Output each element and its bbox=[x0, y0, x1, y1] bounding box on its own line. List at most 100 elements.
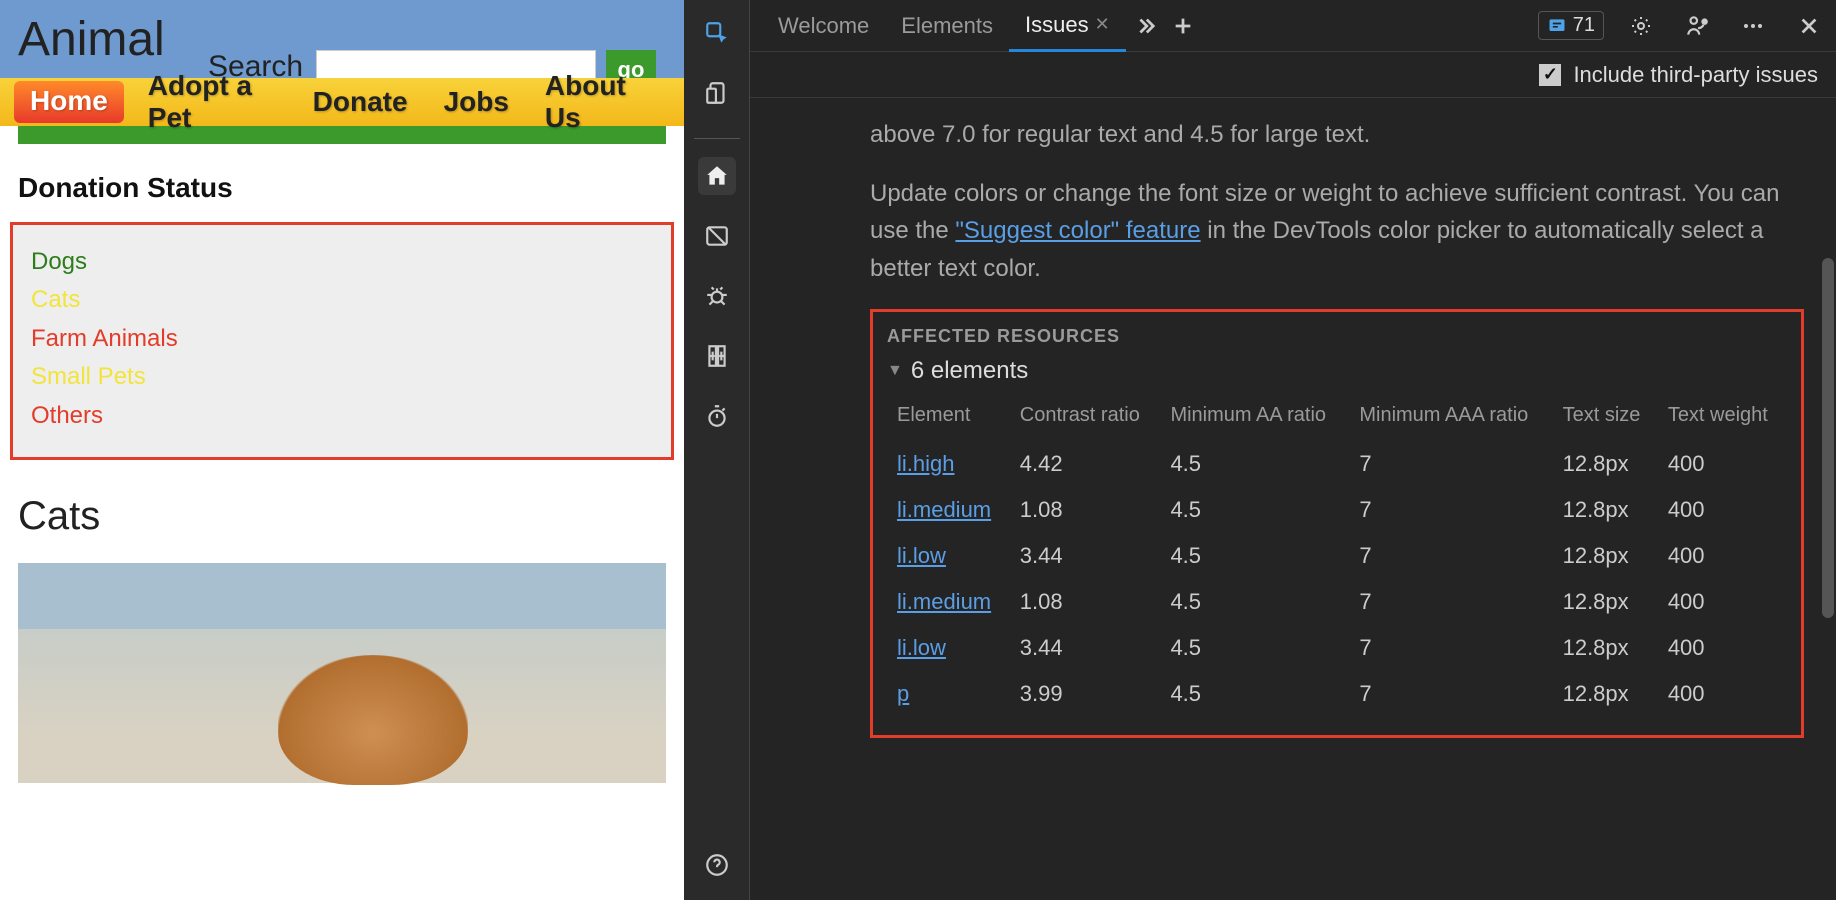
element-link[interactable]: li.high bbox=[897, 451, 954, 476]
cell-contrast: 3.99 bbox=[1010, 671, 1161, 717]
cell-contrast: 3.44 bbox=[1010, 625, 1161, 671]
donation-item-cats[interactable]: Cats bbox=[31, 281, 653, 319]
cell-aaa: 7 bbox=[1349, 625, 1552, 671]
nav-donate[interactable]: Donate bbox=[313, 86, 408, 118]
devtools-sidebar bbox=[684, 0, 750, 900]
affected-resources-box: AFFECTED RESOURCES ▼ 6 elements Element … bbox=[870, 309, 1804, 738]
nav-about[interactable]: About Us bbox=[545, 70, 648, 134]
table-row: li.medium1.084.5712.8px400 bbox=[887, 487, 1787, 533]
affected-table: Element Contrast ratio Minimum AA ratio … bbox=[887, 397, 1787, 717]
include-third-party-checkbox[interactable]: ✓ bbox=[1539, 64, 1561, 86]
cell-aaa: 7 bbox=[1349, 671, 1552, 717]
home-icon[interactable] bbox=[698, 157, 736, 195]
close-icon[interactable]: ✕ bbox=[1095, 14, 1110, 35]
scrollbar-thumb[interactable] bbox=[1822, 258, 1834, 618]
demo-page: Animal Search go Home Adopt a Pet Donate… bbox=[0, 0, 684, 900]
cell-aa: 4.5 bbox=[1160, 579, 1349, 625]
cell-element: li.medium bbox=[887, 487, 1010, 533]
nav-home[interactable]: Home bbox=[14, 81, 124, 123]
affected-count-label: 6 elements bbox=[911, 357, 1028, 385]
more-tabs-icon[interactable] bbox=[1126, 15, 1164, 37]
cell-aa: 4.5 bbox=[1160, 487, 1349, 533]
add-tab-icon[interactable] bbox=[1164, 15, 1202, 37]
element-link[interactable]: li.medium bbox=[897, 497, 991, 522]
cell-weight: 400 bbox=[1658, 671, 1787, 717]
cell-size: 12.8px bbox=[1553, 579, 1658, 625]
donation-item-farm[interactable]: Farm Animals bbox=[31, 320, 653, 358]
tab-issues[interactable]: Issues ✕ bbox=[1009, 1, 1126, 52]
page-header: Animal Search go bbox=[0, 0, 684, 78]
issue-description-line2: Update colors or change the font size or… bbox=[870, 175, 1818, 287]
cell-element: li.low bbox=[887, 625, 1010, 671]
image-off-icon[interactable] bbox=[698, 217, 736, 255]
cat-photo bbox=[18, 563, 666, 783]
devtools-right-tools: 71 bbox=[1538, 11, 1828, 40]
cell-aa: 4.5 bbox=[1160, 533, 1349, 579]
issue-counter[interactable]: 71 bbox=[1538, 11, 1604, 40]
device-icon[interactable] bbox=[698, 74, 736, 112]
gear-icon[interactable] bbox=[1622, 14, 1660, 38]
issue-description-line1: above 7.0 for regular text and 4.5 for l… bbox=[870, 116, 1818, 153]
donation-box: Dogs Cats Farm Animals Small Pets Others bbox=[10, 222, 674, 460]
element-link[interactable]: p bbox=[897, 681, 909, 706]
cell-aaa: 7 bbox=[1349, 533, 1552, 579]
donation-item-small[interactable]: Small Pets bbox=[31, 358, 653, 396]
table-row: li.medium1.084.5712.8px400 bbox=[887, 579, 1787, 625]
chevron-down-icon: ▼ bbox=[887, 362, 903, 380]
network-icon[interactable] bbox=[698, 337, 736, 375]
donation-item-dogs[interactable]: Dogs bbox=[31, 243, 653, 281]
more-icon[interactable] bbox=[1734, 14, 1772, 38]
cell-element: p bbox=[887, 671, 1010, 717]
cell-size: 12.8px bbox=[1553, 533, 1658, 579]
close-devtools-icon[interactable] bbox=[1790, 15, 1828, 37]
suggest-color-link[interactable]: "Suggest color" feature bbox=[955, 217, 1200, 244]
element-link[interactable]: li.low bbox=[897, 635, 946, 660]
cell-weight: 400 bbox=[1658, 579, 1787, 625]
cat-blob bbox=[278, 655, 468, 785]
bug-icon[interactable] bbox=[698, 277, 736, 315]
cell-contrast: 3.44 bbox=[1010, 533, 1161, 579]
cell-element: li.medium bbox=[887, 579, 1010, 625]
cell-aa: 4.5 bbox=[1160, 671, 1349, 717]
help-icon[interactable] bbox=[698, 846, 736, 884]
element-link[interactable]: li.medium bbox=[897, 589, 991, 614]
col-element: Element bbox=[887, 397, 1010, 441]
page-title: Animal bbox=[18, 12, 165, 67]
donation-item-others[interactable]: Others bbox=[31, 397, 653, 435]
devtools-panel: Welcome Elements Issues ✕ 71 bbox=[684, 0, 1836, 900]
col-aa: Minimum AA ratio bbox=[1160, 397, 1349, 441]
tab-issues-label: Issues bbox=[1025, 12, 1089, 38]
cell-weight: 400 bbox=[1658, 487, 1787, 533]
tab-elements[interactable]: Elements bbox=[885, 0, 1009, 51]
inspect-icon[interactable] bbox=[698, 14, 736, 52]
stopwatch-icon[interactable] bbox=[698, 397, 736, 435]
col-contrast: Contrast ratio bbox=[1010, 397, 1161, 441]
feedback-icon[interactable] bbox=[1678, 13, 1716, 39]
cell-size: 12.8px bbox=[1553, 671, 1658, 717]
col-aaa: Minimum AAA ratio bbox=[1349, 397, 1552, 441]
affected-count-toggle[interactable]: ▼ 6 elements bbox=[887, 357, 1787, 385]
cell-aa: 4.5 bbox=[1160, 441, 1349, 487]
cell-aaa: 7 bbox=[1349, 441, 1552, 487]
cell-size: 12.8px bbox=[1553, 487, 1658, 533]
col-size: Text size bbox=[1553, 397, 1658, 441]
cell-element: li.high bbox=[887, 441, 1010, 487]
table-header-row: Element Contrast ratio Minimum AA ratio … bbox=[887, 397, 1787, 441]
tab-welcome[interactable]: Welcome bbox=[762, 0, 885, 51]
cell-contrast: 1.08 bbox=[1010, 487, 1161, 533]
cell-weight: 400 bbox=[1658, 441, 1787, 487]
devtools-main: Welcome Elements Issues ✕ 71 bbox=[750, 0, 1836, 900]
cell-contrast: 4.42 bbox=[1010, 441, 1161, 487]
scrollbar[interactable] bbox=[1822, 98, 1834, 900]
element-link[interactable]: li.low bbox=[897, 543, 946, 568]
issues-body: above 7.0 for regular text and 4.5 for l… bbox=[750, 98, 1836, 900]
cell-size: 12.8px bbox=[1553, 441, 1658, 487]
nav-adopt[interactable]: Adopt a Pet bbox=[148, 70, 277, 134]
nav-jobs[interactable]: Jobs bbox=[444, 86, 509, 118]
col-weight: Text weight bbox=[1658, 397, 1787, 441]
table-row: li.high 4.424.5712.8px400 bbox=[887, 441, 1787, 487]
table-row: li.low3.444.5712.8px400 bbox=[887, 625, 1787, 671]
cell-aaa: 7 bbox=[1349, 579, 1552, 625]
section-heading: Cats bbox=[18, 494, 684, 539]
donation-heading: Donation Status bbox=[18, 172, 684, 204]
